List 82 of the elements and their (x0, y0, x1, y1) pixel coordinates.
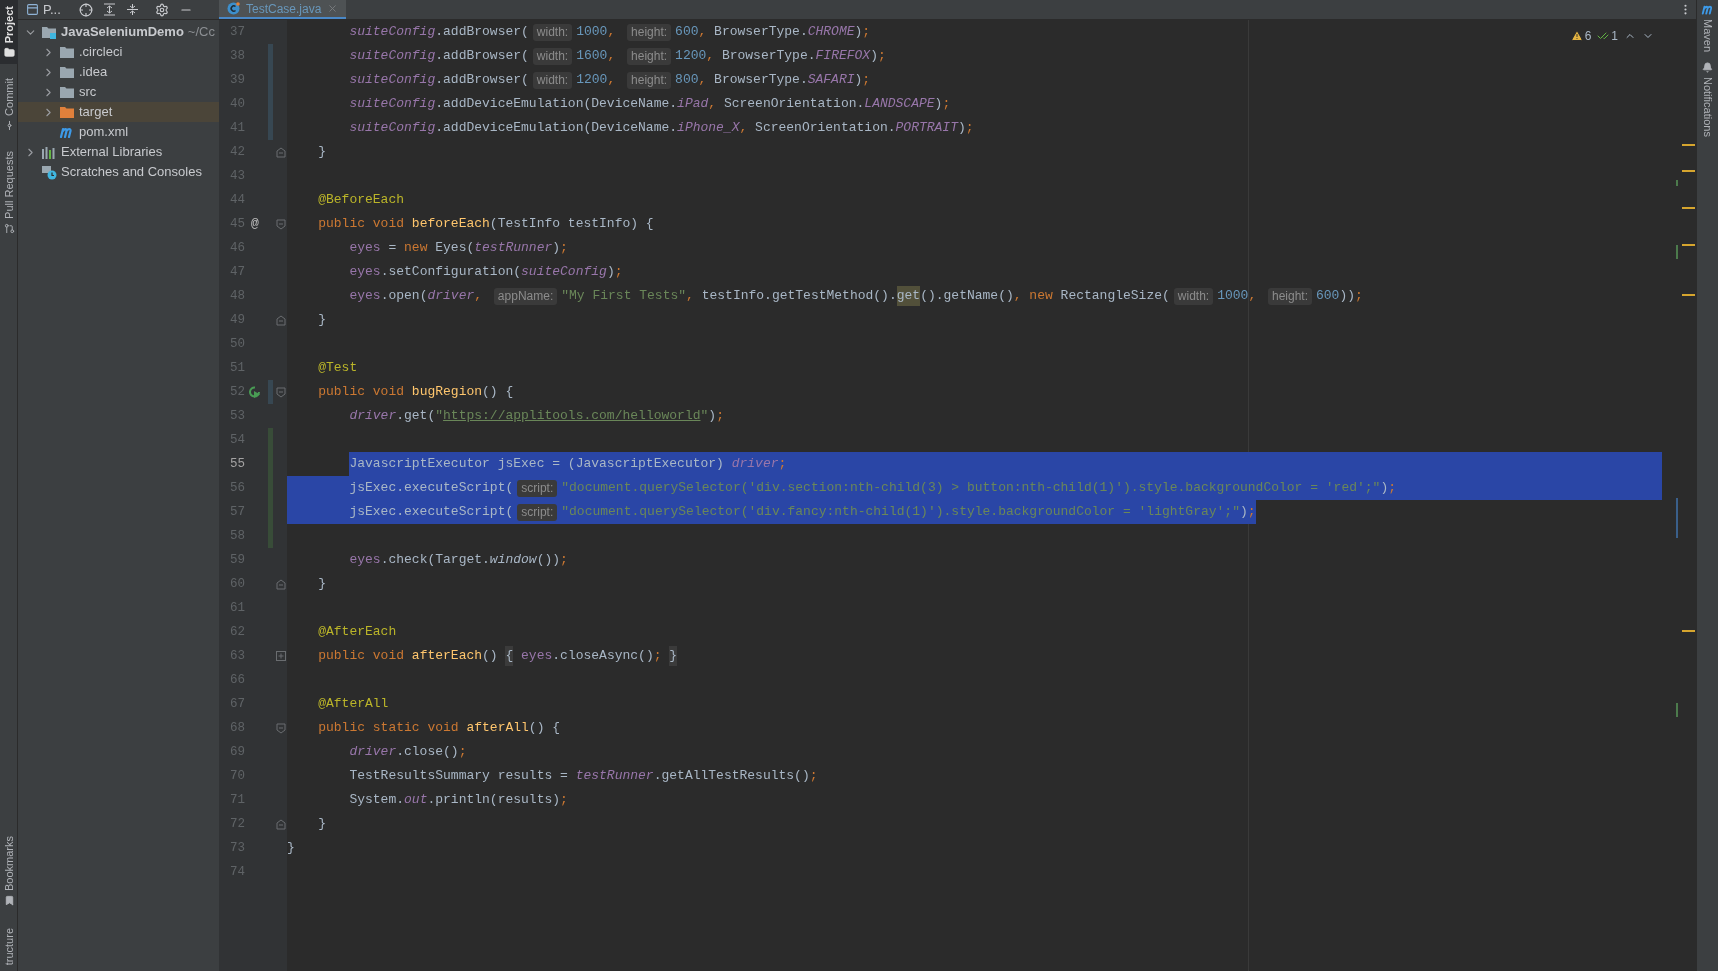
tool-window-tab[interactable]: Maven (1698, 4, 1717, 52)
tree-item[interactable]: target (18, 102, 219, 122)
tree-item[interactable]: External Libraries (18, 142, 219, 162)
code-line: suiteConfig.addBrowser( width: 1600, height: 1200, BrowserType.FIREFOX); (348, 46, 886, 67)
maven-icon (1700, 4, 1715, 15)
code-line: @AfterEach (317, 623, 397, 642)
code-line: TestResultsSummary results = testRunner.getAllTestResults(); (348, 767, 818, 786)
folder-icon (59, 45, 75, 59)
code-line: eyes = new Eyes(testRunner); (348, 239, 568, 258)
folder-icon (3, 47, 15, 59)
code-line: driver.close(); (348, 743, 467, 762)
change-marker[interactable] (267, 428, 273, 452)
tool-window-tab[interactable]: tructure (0, 921, 18, 971)
change-marker[interactable] (267, 524, 273, 548)
fold-icon[interactable] (276, 722, 286, 734)
tool-window-tab[interactable]: Pull Requests (0, 145, 18, 241)
project-view-dropdown[interactable]: P... (26, 0, 61, 20)
fold-icon[interactable] (276, 218, 286, 230)
tree-item[interactable]: .circleci (18, 42, 219, 62)
tree-item[interactable]: Scratches and Consoles (18, 162, 219, 182)
code-line: eyes.open(driver, appName: "My First Tests", testInfo.getTestMethod().get().getName(), new RectangleSize( width: 1000, height: 600)); (348, 285, 1363, 308)
bookmark-icon (3, 894, 15, 906)
code-line: eyes.check(Target.window()); (348, 551, 568, 570)
pull-request-icon (3, 223, 15, 235)
folder-icon (59, 105, 75, 119)
code-line: @BeforeEach (317, 191, 405, 210)
run-icon[interactable] (248, 385, 262, 399)
code-line: suiteConfig.addDeviceEmulation(DeviceName.iPad, ScreenOrientation.LANDSCAPE); (348, 95, 951, 114)
code-line: public static void afterAll() { (317, 719, 561, 738)
change-marker[interactable] (267, 44, 273, 68)
settings-icon[interactable] (154, 2, 169, 17)
expand-all-icon[interactable] (102, 3, 116, 16)
tool-window-tab[interactable]: Commit (0, 72, 18, 138)
maven-icon (59, 126, 75, 138)
code-line: } (287, 839, 295, 858)
tree-item[interactable]: pom.xml (18, 122, 219, 142)
warning-icon (1570, 30, 1583, 42)
fold-icon[interactable] (276, 578, 286, 590)
code-line: } (317, 311, 326, 330)
window-icon (26, 3, 39, 16)
code-line: @AfterAll (317, 695, 389, 714)
scratches-icon (41, 164, 57, 180)
code-line: suiteConfig.addBrowser( width: 1000, height: 600, BrowserType.CHROME); (348, 22, 871, 43)
code-line: suiteConfig.addDeviceEmulation(DeviceName.iPhone_X, ScreenOrientation.PORTRAIT); (348, 119, 974, 138)
class-icon (227, 2, 240, 15)
code-line: eyes.setConfiguration(suiteConfig); (348, 263, 623, 282)
code-line: driver.get("https://applitools.com/helloworld"); (348, 407, 724, 426)
close-icon[interactable] (327, 3, 339, 14)
change-marker[interactable] (267, 380, 273, 404)
expand-icon[interactable] (276, 651, 286, 661)
fold-icon[interactable] (276, 314, 286, 326)
code-line: } (317, 143, 326, 162)
fold-icon[interactable] (276, 386, 286, 398)
fold-icon[interactable] (276, 818, 286, 830)
check-icon (1597, 30, 1610, 42)
code-line: } (317, 815, 326, 834)
libraries-icon (41, 145, 57, 159)
folder-icon (59, 85, 75, 99)
folder-icon (59, 65, 75, 79)
gutter-marker[interactable]: @ (251, 214, 259, 234)
code-line: public void beforeEach(TestInfo testInfo) { (317, 215, 654, 234)
tree-item[interactable]: JavaSeleniumDemo ~/Cc (18, 22, 219, 42)
line-number: 55 (229, 455, 245, 473)
warning-count[interactable]: 6 (1570, 27, 1592, 45)
code-line: public void bugRegion() { (317, 383, 514, 402)
tool-window-tab[interactable]: Notifications (1698, 61, 1717, 137)
tool-window-tab[interactable]: Bookmarks (0, 829, 18, 912)
tool-window-tab[interactable]: Project (0, 0, 18, 65)
code-line: } (317, 575, 326, 594)
tree-item[interactable]: src (18, 82, 219, 102)
code-line: @Test (317, 359, 358, 378)
fold-icon[interactable] (276, 146, 286, 158)
check-count[interactable]: 1 (1597, 27, 1618, 45)
module-folder-icon (41, 25, 57, 39)
change-marker[interactable] (267, 116, 273, 140)
code-line: public void afterEach() { eyes.closeAsync(); } (317, 645, 678, 668)
tree-item[interactable]: .idea (18, 62, 219, 82)
collapse-all-icon[interactable] (125, 3, 139, 16)
bell-icon (1702, 61, 1713, 73)
code-line: System.out.println(results); (348, 791, 568, 810)
code-line: suiteConfig.addBrowser( width: 1200, height: 800, BrowserType.SAFARI); (348, 70, 871, 91)
locate-icon[interactable] (78, 2, 93, 17)
